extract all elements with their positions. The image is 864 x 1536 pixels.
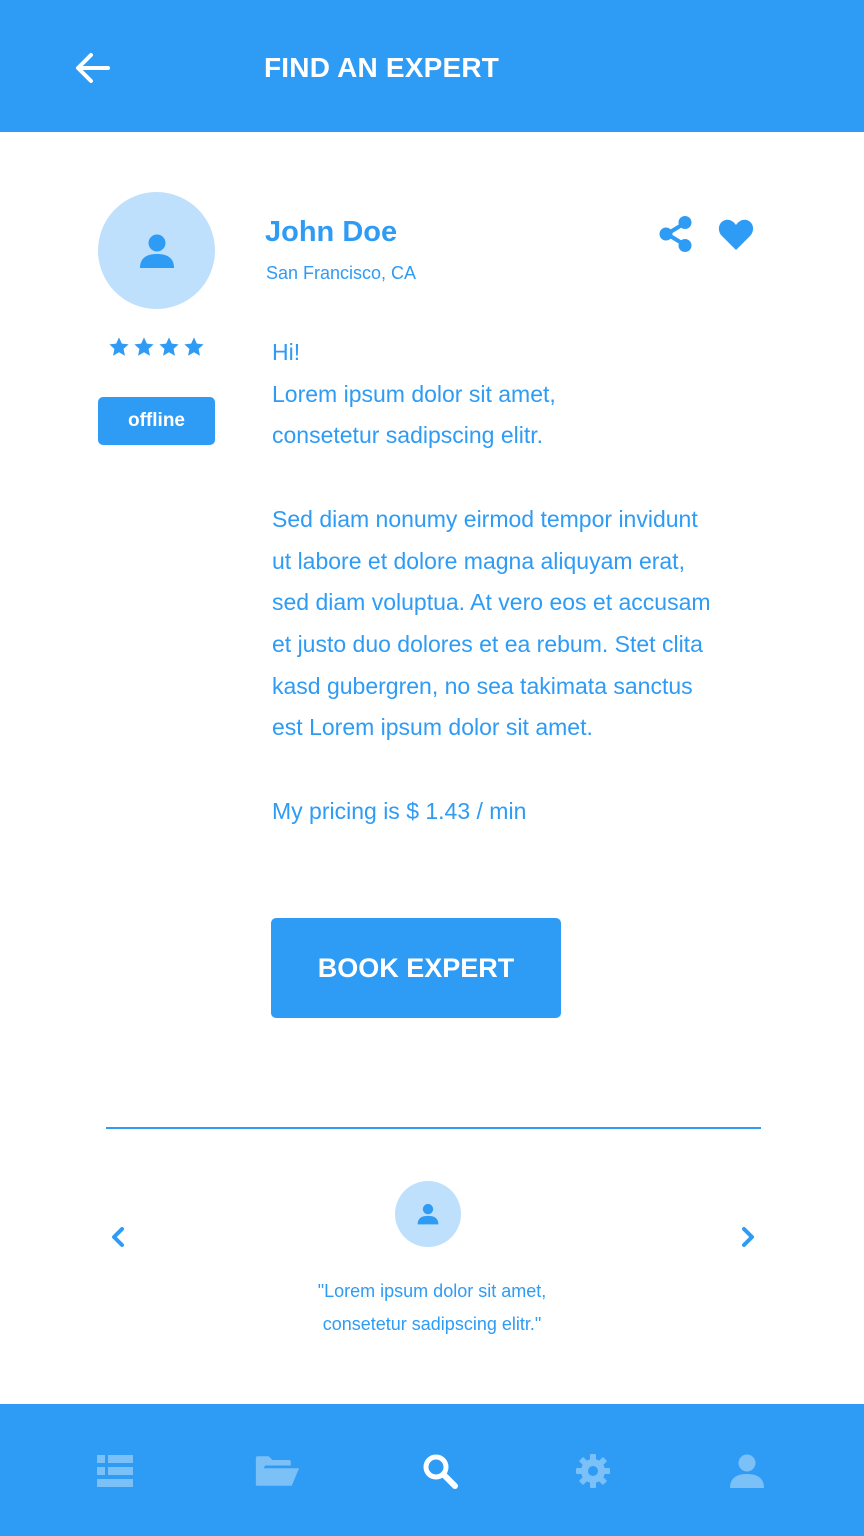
carousel-next-button[interactable] <box>734 1222 762 1252</box>
section-divider <box>106 1127 761 1129</box>
search-icon <box>423 1454 458 1489</box>
chevron-left-icon <box>112 1227 124 1247</box>
expert-bio: Hi! Lorem ipsum dolor sit amet, consetet… <box>272 332 772 832</box>
bio-line: Sed diam nonumy eirmod tempor invidunt <box>272 505 698 532</box>
testimonial-quote: "Lorem ipsum dolor sit amet, consetetur … <box>232 1275 632 1341</box>
nav-files[interactable] <box>254 1448 300 1494</box>
expert-profile-screen: FIND AN EXPERT offline John Doe San Fran… <box>0 0 864 1536</box>
share-icon <box>659 216 692 252</box>
page-title: FIND AN EXPERT <box>264 52 500 83</box>
favorite-button[interactable] <box>716 214 756 254</box>
book-expert-button[interactable]: BOOK EXPERT <box>271 918 561 1018</box>
heart-icon <box>718 219 754 250</box>
user-icon <box>730 1454 764 1488</box>
status-badge: offline <box>98 397 215 445</box>
folder-icon <box>255 1456 300 1486</box>
arrow-left-icon <box>76 53 110 83</box>
star-icon <box>109 337 129 356</box>
gear-icon <box>576 1454 610 1488</box>
bio-line: ut labore et dolore magna aliquyam erat, <box>272 547 685 574</box>
share-button[interactable] <box>656 214 696 254</box>
expert-avatar <box>98 192 215 309</box>
bio-greeting: Hi! <box>272 339 301 365</box>
bio-line: consetetur sadipscing elitr. <box>272 422 544 449</box>
pricing-text: My pricing is $ 1.43 / min <box>272 797 527 824</box>
nav-profile[interactable] <box>724 1448 770 1494</box>
nav-dashboard[interactable] <box>92 1448 138 1494</box>
star-icon <box>159 337 179 356</box>
dashboard-icon <box>97 1455 133 1487</box>
app-header: FIND AN EXPERT <box>0 0 864 132</box>
user-icon <box>139 234 174 268</box>
user-icon <box>417 1203 439 1225</box>
back-button[interactable] <box>70 46 114 90</box>
quote-line: "Lorem ipsum dolor sit amet, <box>317 1281 547 1301</box>
bio-line: kasd gubergren, no sea takimata sanctus <box>272 672 693 699</box>
star-rating <box>108 336 205 358</box>
expert-name: John Doe <box>265 216 398 248</box>
bio-line: Lorem ipsum dolor sit amet, <box>272 380 556 407</box>
star-icon <box>134 337 154 356</box>
carousel-prev-button[interactable] <box>104 1222 132 1252</box>
nav-settings[interactable] <box>570 1448 616 1494</box>
quote-line: consetetur sadipscing elitr." <box>322 1314 542 1334</box>
chevron-right-icon <box>742 1227 754 1247</box>
bio-line: et justo duo dolores et ea rebum. Stet c… <box>272 630 703 657</box>
nav-search[interactable] <box>417 1448 463 1494</box>
reviewer-avatar <box>395 1181 461 1247</box>
expert-location: San Francisco, CA <box>266 263 417 283</box>
bio-line: est Lorem ipsum dolor sit amet. <box>272 714 593 741</box>
bottom-navigation <box>0 1404 864 1536</box>
star-icon <box>184 337 204 356</box>
bio-line: sed diam voluptua. At vero eos et accusa… <box>272 589 711 616</box>
